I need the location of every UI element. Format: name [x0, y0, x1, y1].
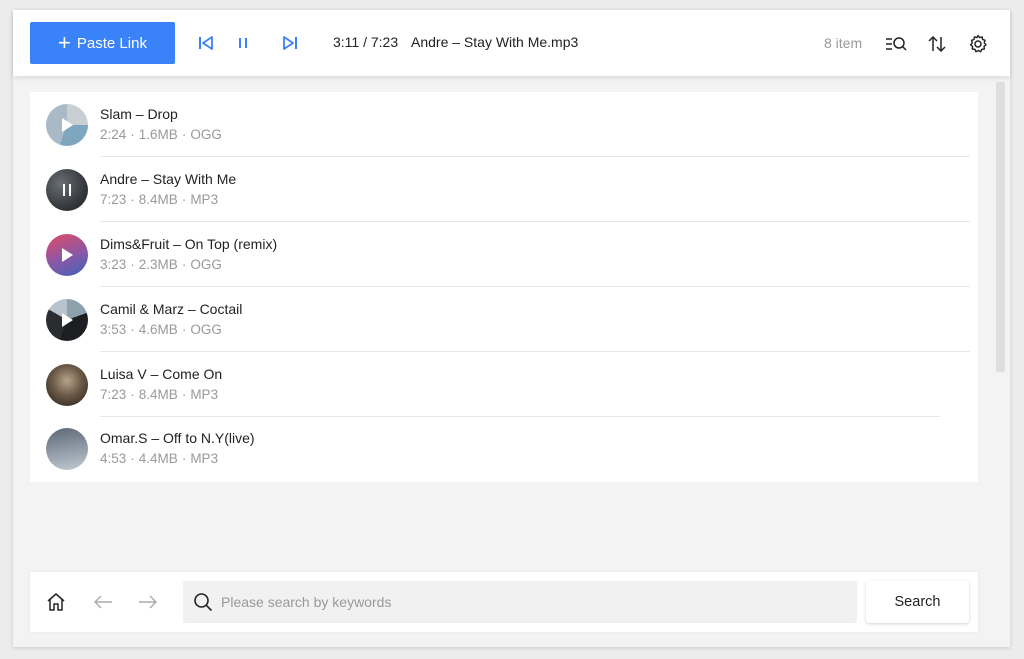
- settings-button[interactable]: [966, 32, 990, 56]
- plus-icon: +: [58, 30, 71, 55]
- track-title: Slam – Drop: [100, 106, 178, 122]
- pause-icon: [239, 38, 247, 48]
- album-art-thumbnail[interactable]: [46, 428, 88, 470]
- play-icon: [62, 313, 73, 327]
- skip-previous-icon: [199, 36, 213, 50]
- track-meta: 7:23 · 8.4MB · MP3: [100, 387, 219, 402]
- track-row[interactable]: Slam – Drop 2:24 · 1.6MB · OGG: [30, 92, 970, 157]
- track-row[interactable]: Dims&Fruit – On Top (remix) 3:23 · 2.3MB · O…: [30, 222, 970, 287]
- next-track-button[interactable]: [279, 32, 301, 54]
- pause-icon: [63, 184, 71, 196]
- home-button[interactable]: [44, 590, 68, 614]
- now-playing-title: Andre – Stay With Me.mp3: [411, 34, 579, 50]
- back-button[interactable]: [91, 590, 115, 614]
- item-count: 8 item: [824, 35, 863, 51]
- track-meta: 3:53 · 4.6MB · OGG: [100, 322, 222, 337]
- track-row[interactable]: Luisa V – Come On 7:23 · 8.4MB · MP3: [30, 352, 970, 417]
- track-title: Andre – Stay With Me: [100, 171, 237, 187]
- search-icon: [194, 593, 213, 612]
- track-meta: 4:53 · 4.4MB · MP3: [100, 451, 219, 466]
- sort-button[interactable]: [925, 32, 949, 56]
- track-thumbnail-play[interactable]: [46, 234, 88, 276]
- track-title: Omar.S – Off to N.Y(live): [100, 430, 255, 446]
- skip-next-icon: [283, 36, 297, 50]
- home-icon: [47, 593, 65, 611]
- track-thumbnail-play[interactable]: [46, 299, 88, 341]
- search-list-button[interactable]: [884, 32, 908, 56]
- list-search-icon: [886, 37, 907, 51]
- play-icon: [62, 118, 73, 132]
- track-title: Camil & Marz – Coctail: [100, 301, 243, 317]
- track-thumbnail-play[interactable]: [46, 104, 88, 146]
- toolbar: + Paste Link 3:11 / 7:23 Andre – Stay Wi…: [13, 10, 1010, 76]
- pause-button[interactable]: [232, 32, 254, 54]
- track-meta: 7:23 · 8.4MB · MP3: [100, 192, 219, 207]
- track-row[interactable]: Andre – Stay With Me 7:23 · 8.4MB · MP3: [30, 157, 970, 222]
- track-meta: 3:23 · 2.3MB · OGG: [100, 257, 222, 272]
- previous-track-button[interactable]: [195, 32, 217, 54]
- album-art-thumbnail[interactable]: [46, 364, 88, 406]
- app-window: + Paste Link 3:11 / 7:23 Andre – Stay Wi…: [13, 10, 1010, 647]
- track-title: Luisa V – Come On: [100, 366, 223, 382]
- bottom-bar: Search: [30, 572, 978, 632]
- scrollbar[interactable]: [996, 82, 1005, 372]
- sort-icon: [928, 35, 946, 53]
- play-icon: [62, 248, 73, 262]
- track-title: Dims&Fruit – On Top (remix): [100, 236, 278, 252]
- forward-button[interactable]: [136, 590, 160, 614]
- paste-link-label: Paste Link: [76, 34, 147, 52]
- track-row[interactable]: Omar.S – Off to N.Y(live) 4:53 · 4.4MB · MP3: [30, 416, 970, 481]
- track-list: Slam – Drop 2:24 · 1.6MB · OGG Andre – Stay …: [30, 92, 978, 482]
- search-button[interactable]: Search: [866, 581, 969, 623]
- paste-link-button[interactable]: + Paste Link: [30, 22, 175, 64]
- gear-icon: [969, 34, 987, 53]
- search-field[interactable]: [183, 581, 857, 623]
- track-thumbnail-pause[interactable]: [46, 169, 88, 211]
- search-input[interactable]: [221, 581, 841, 623]
- track-meta: 2:24 · 1.6MB · OGG: [100, 127, 222, 142]
- arrow-left-icon: [94, 595, 112, 609]
- playback-time: 3:11 / 7:23: [333, 34, 399, 50]
- track-row[interactable]: Camil & Marz – Coctail 3:53 · 4.6MB · OGG: [30, 287, 970, 352]
- arrow-right-icon: [139, 595, 157, 609]
